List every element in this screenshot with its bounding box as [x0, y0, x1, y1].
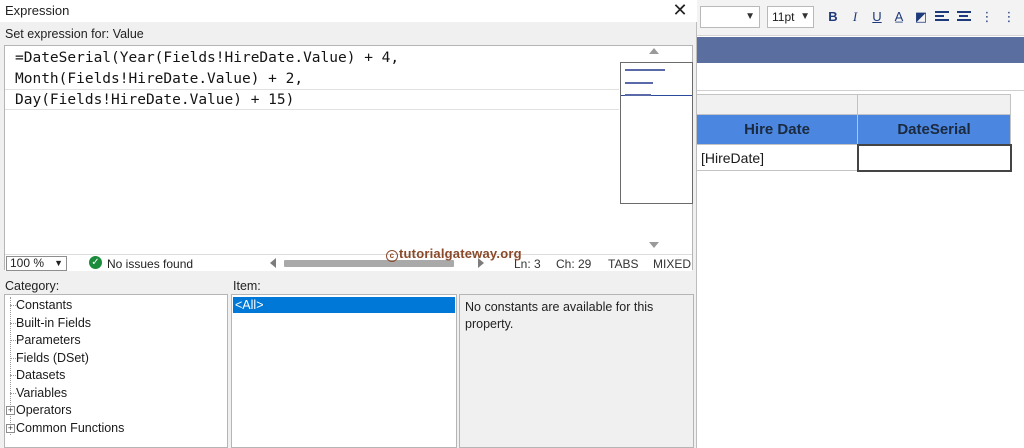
- code-line[interactable]: =DateSerial(Year(Fields!HireDate.Value) …: [14, 48, 618, 69]
- vertical-scrollbar[interactable]: [617, 46, 693, 254]
- bold-icon[interactable]: B: [824, 8, 842, 26]
- minimap-line: [625, 69, 665, 71]
- underline-icon[interactable]: U: [868, 8, 886, 26]
- table-cell-selected[interactable]: [856, 143, 1012, 172]
- copyright-icon: c: [386, 250, 398, 262]
- scroll-up-icon[interactable]: [649, 48, 659, 54]
- align-center-icon[interactable]: [956, 9, 974, 27]
- column-handle[interactable]: [696, 94, 858, 115]
- table-header-cell[interactable]: DateSerial: [857, 114, 1011, 145]
- background-color-icon[interactable]: ◩: [912, 8, 930, 26]
- category-item[interactable]: + Common Functions: [5, 420, 227, 438]
- description-text: No constants are available for this prop…: [465, 300, 654, 331]
- expression-code[interactable]: =DateSerial(Year(Fields!HireDate.Value) …: [5, 48, 619, 110]
- category-label: Category:: [5, 279, 60, 293]
- column-handle[interactable]: [857, 94, 1011, 115]
- set-expression-label: Set expression for: Value: [5, 27, 144, 41]
- category-item-label: Operators: [16, 403, 72, 417]
- font-size-combo[interactable]: 11pt ▼: [767, 6, 814, 28]
- category-item-label: Built-in Fields: [16, 315, 92, 330]
- description-panel: No constants are available for this prop…: [459, 294, 694, 448]
- report-header-band: [696, 37, 1024, 63]
- expression-dialog: Expression ✕ Set expression for: Value =…: [0, 0, 697, 448]
- category-item[interactable]: Datasets: [5, 367, 227, 385]
- font-color-icon[interactable]: A̲: [890, 8, 908, 26]
- category-item[interactable]: Fields (DSet): [5, 350, 227, 368]
- chevron-down-icon: ▼: [745, 11, 755, 22]
- close-icon[interactable]: ✕: [669, 0, 691, 20]
- editor-status-bar: 100 % ▼ ✓ No issues found Ln: 3 Ch: 29 TA…: [5, 254, 692, 271]
- dialog-titlebar: Expression ✕: [0, 0, 697, 22]
- align-left-icon[interactable]: [934, 9, 952, 27]
- report-header-area: [696, 63, 1024, 91]
- line-ending-mode: MIXED: [653, 257, 692, 271]
- formatting-toolbar: ▼ 11pt ▼ B I U A̲ ◩ ⋮ ⋮: [696, 0, 1024, 36]
- code-line[interactable]: Month(Fields!HireDate.Value) + 2,: [14, 69, 618, 90]
- item-label: Item:: [233, 279, 261, 293]
- expand-plus-icon[interactable]: +: [6, 423, 15, 433]
- align-more-icon[interactable]: ⋮: [978, 8, 996, 26]
- indent-mode: TABS: [608, 257, 639, 271]
- category-item[interactable]: Variables: [5, 385, 227, 403]
- code-line-current[interactable]: Day(Fields!HireDate.Value) + 15): [5, 89, 619, 110]
- category-item-label: Datasets: [16, 368, 66, 382]
- category-item[interactable]: Built-in Fields: [5, 315, 227, 333]
- category-item-label: Parameters: [16, 333, 81, 347]
- category-item[interactable]: + Operators: [5, 402, 227, 420]
- chevron-down-icon: ▼: [800, 11, 810, 22]
- char-number: Ch: 29: [556, 257, 592, 271]
- chevron-down-icon: ▼: [54, 258, 63, 268]
- category-item[interactable]: Parameters: [5, 332, 227, 350]
- minimap-line: [625, 82, 653, 84]
- category-item-label: Constants: [16, 298, 73, 312]
- category-item-label: Common Functions: [16, 420, 125, 435]
- minimap-line: [625, 94, 651, 96]
- report-designer: ▼ 11pt ▼ B I U A̲ ◩ ⋮ ⋮ Hire Date DateSer…: [696, 0, 1024, 448]
- zoom-select[interactable]: 100 % ▼: [6, 256, 67, 271]
- report-table[interactable]: Hire Date DateSerial [HireDate]: [696, 94, 1012, 172]
- scroll-down-icon[interactable]: [649, 242, 659, 248]
- expression-editor[interactable]: =DateSerial(Year(Fields!HireDate.Value) …: [4, 45, 693, 271]
- category-item-label: Fields (DSet): [16, 350, 89, 365]
- category-item-label: Variables: [16, 385, 68, 400]
- dialog-title: Expression: [5, 3, 70, 18]
- check-circle-icon: ✓: [89, 256, 102, 269]
- table-cell[interactable]: [HireDate]: [696, 144, 858, 171]
- category-tree[interactable]: Constants Built-in Fields Parameters Fie…: [4, 294, 228, 448]
- zoom-value: 100 %: [10, 256, 45, 270]
- watermark: c tutorialgateway.org: [386, 246, 522, 262]
- italic-icon[interactable]: I: [846, 8, 864, 26]
- issues-status: No issues found: [107, 257, 194, 271]
- table-header-cell[interactable]: Hire Date: [696, 114, 858, 145]
- watermark-text: tutorialgateway.org: [399, 246, 522, 261]
- font-family-combo[interactable]: ▼: [700, 6, 760, 28]
- item-list-selected[interactable]: <All>: [233, 297, 455, 313]
- item-list[interactable]: <All>: [231, 294, 457, 448]
- expand-plus-icon[interactable]: +: [6, 406, 15, 415]
- code-minimap[interactable]: [620, 62, 693, 204]
- category-item[interactable]: Constants: [5, 297, 227, 315]
- more-options-icon[interactable]: ⋮: [1000, 8, 1018, 26]
- font-size-value: 11pt: [772, 10, 795, 24]
- scroll-left-icon[interactable]: [270, 258, 276, 268]
